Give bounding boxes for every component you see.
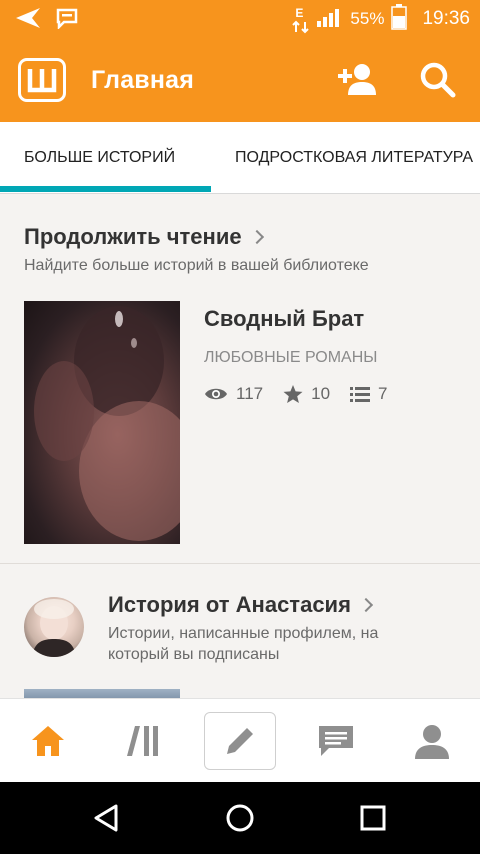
signal-icon (317, 7, 343, 32)
star-icon (283, 384, 303, 403)
story-from-title: История от Анастасия (108, 592, 351, 617)
write-button[interactable] (204, 712, 276, 770)
add-person-icon (338, 64, 376, 95)
search-icon (420, 62, 456, 98)
chevron-right-icon (249, 229, 264, 245)
data-transfer-icon: E (292, 4, 310, 34)
notification-message-icon (56, 7, 78, 34)
home-circle-icon (226, 804, 254, 832)
bottom-nav (0, 698, 480, 782)
clock: 19:36 (422, 8, 470, 29)
recents-button[interactable] (333, 782, 413, 854)
story-from-header[interactable]: История от Анастасия (108, 592, 373, 618)
story-from-subtitle-line2: который вы подписаны (108, 646, 280, 663)
story-from-subtitle-line1: Истории, написанные профилем, на (108, 625, 379, 642)
story-cover[interactable] (24, 301, 180, 544)
back-button[interactable] (67, 782, 147, 854)
tab-teen-literature[interactable]: ПОДРОСТКОВАЯ ЛИТЕРАТУРА (235, 122, 473, 193)
app-bar: Главная (0, 38, 480, 122)
active-tab-indicator (0, 186, 211, 192)
messages-icon (319, 726, 353, 756)
back-triangle-icon (94, 804, 118, 832)
logo-sha-icon (27, 69, 57, 93)
library-icon (127, 726, 158, 756)
recents-square-icon (360, 805, 386, 831)
parts-list-icon (350, 387, 371, 402)
search-button[interactable] (414, 56, 462, 104)
screen: E 55% 19:36 Главная БОЛЬШЕ ИСТОРИЙ ПОДРО… (0, 0, 480, 854)
nav-home[interactable] (0, 699, 96, 783)
views-count: 117 (236, 384, 264, 403)
pencil-icon (227, 728, 253, 754)
parts-count: 7 (378, 384, 388, 403)
page-title: Главная (91, 66, 195, 94)
section-divider (0, 563, 480, 564)
profile-icon (415, 725, 449, 759)
nav-messages[interactable] (288, 699, 384, 783)
continue-reading-subtitle: Найдите больше историй в вашей библиотек… (24, 257, 369, 274)
system-nav-bar (0, 782, 480, 854)
tab-bar: БОЛЬШЕ ИСТОРИЙ ПОДРОСТКОВАЯ ЛИТЕРАТУРА (0, 122, 480, 194)
cover-photo (34, 306, 180, 541)
add-friend-button[interactable] (332, 56, 380, 104)
cast-arrow-icon (14, 6, 42, 35)
app-logo[interactable] (18, 58, 66, 102)
status-bar: E 55% 19:36 (0, 0, 480, 38)
battery-icon (391, 3, 408, 35)
home-icon (32, 726, 64, 756)
story-genre: ЛЮБОВНЫЕ РОМАНЫ (204, 349, 378, 366)
tab-more-stories[interactable]: БОЛЬШЕ ИСТОРИЙ (24, 122, 175, 193)
story-title[interactable]: Сводный Брат (204, 306, 364, 332)
battery-percent: 55% (350, 9, 385, 28)
nav-library[interactable] (96, 699, 192, 783)
avatar[interactable] (24, 597, 84, 657)
story-stats: 117 10 7 (204, 380, 408, 408)
chevron-right-icon (358, 597, 373, 613)
continue-reading-header[interactable]: Продолжить чтение (24, 224, 264, 250)
avatar-photo (32, 599, 76, 657)
nav-profile[interactable] (384, 699, 480, 783)
continue-reading-title: Продолжить чтение (24, 224, 242, 249)
nav-write[interactable] (192, 699, 288, 783)
home-system-button[interactable] (200, 782, 280, 854)
eye-icon (205, 388, 227, 400)
votes-count: 10 (311, 384, 331, 403)
